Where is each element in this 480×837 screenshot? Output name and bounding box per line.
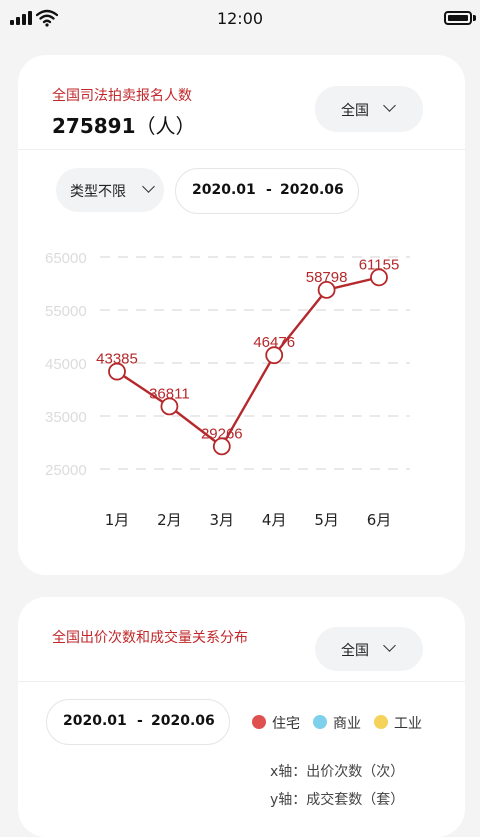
legend-dot-commercial <box>313 715 327 729</box>
y-tick-label: 25000 <box>45 462 87 479</box>
x-tick-label: 4月 <box>262 511 287 529</box>
date-range-picker[interactable]: 2020.01 - 2020.06 <box>175 168 359 214</box>
y-tick-label: 65000 <box>45 250 87 267</box>
data-label: 29266 <box>201 425 243 442</box>
chevron-down-icon <box>383 639 396 652</box>
type-select[interactable]: 类型不限 <box>56 168 164 212</box>
registration-total: 275891（人） <box>52 110 196 139</box>
legend-label: 工业 <box>394 716 422 732</box>
data-label: 36811 <box>149 385 190 402</box>
y-tick-label: 45000 <box>45 356 87 373</box>
x-tick-label: 1月 <box>105 511 130 529</box>
x-tick-label: 3月 <box>210 511 235 529</box>
data-label: 46476 <box>253 334 295 351</box>
data-label: 58798 <box>306 269 348 286</box>
registration-card: 全国司法拍卖报名人数 275891（人） 全国 类型不限 2020.01 - 2… <box>18 55 465 575</box>
data-label: 61155 <box>359 256 400 273</box>
line-chart: 65000 55000 45000 35000 25000 43385 36811 29266… <box>45 250 410 529</box>
x-axis-note: x轴：出价次数（次） <box>270 764 405 780</box>
status-time: 12:00 <box>216 9 264 28</box>
x-tick-label: 5月 <box>314 511 339 529</box>
type-select-label: 类型不限 <box>70 184 126 200</box>
legend-label: 住宅 <box>272 716 300 732</box>
data-label: 43385 <box>96 351 138 368</box>
chevron-down-icon <box>383 99 396 112</box>
divider <box>18 149 465 150</box>
date-separator: - <box>266 182 272 198</box>
legend-dot-residential <box>252 715 266 729</box>
x-tick-label: 6月 <box>367 511 392 529</box>
date-range-picker-2[interactable]: 2020.01 - 2020.06 <box>46 699 230 745</box>
registration-total-unit: （人） <box>135 114 196 138</box>
legend-dot-industrial <box>374 715 388 729</box>
registration-title: 全国司法拍卖报名人数 <box>52 88 192 104</box>
x-tick-label: 2月 <box>157 511 182 529</box>
battery-tip <box>473 15 476 21</box>
battery-icon <box>444 11 472 25</box>
y-tick-label: 35000 <box>45 409 87 426</box>
y-tick-label: 55000 <box>45 303 87 320</box>
y-axis-note: y轴：成交套数（套） <box>270 792 405 808</box>
date-end: 2020.06 <box>151 713 215 729</box>
series-line <box>116 276 380 449</box>
chevron-down-icon <box>142 180 155 193</box>
date-start: 2020.01 <box>63 713 127 729</box>
region-select-label: 全国 <box>341 103 369 119</box>
registration-total-value: 275891 <box>52 114 136 138</box>
bid-distribution-title: 全国出价次数和成交量关系分布 <box>52 630 248 646</box>
region-select-2[interactable]: 全国 <box>315 627 423 671</box>
date-end: 2020.06 <box>280 182 344 198</box>
date-separator: - <box>137 713 143 729</box>
region-select[interactable]: 全国 <box>315 86 423 132</box>
region-select-label: 全国 <box>341 643 369 659</box>
date-start: 2020.01 <box>192 182 256 198</box>
divider <box>18 681 465 682</box>
status-bar: 12:00 <box>0 0 480 38</box>
legend-label: 商业 <box>333 716 361 732</box>
